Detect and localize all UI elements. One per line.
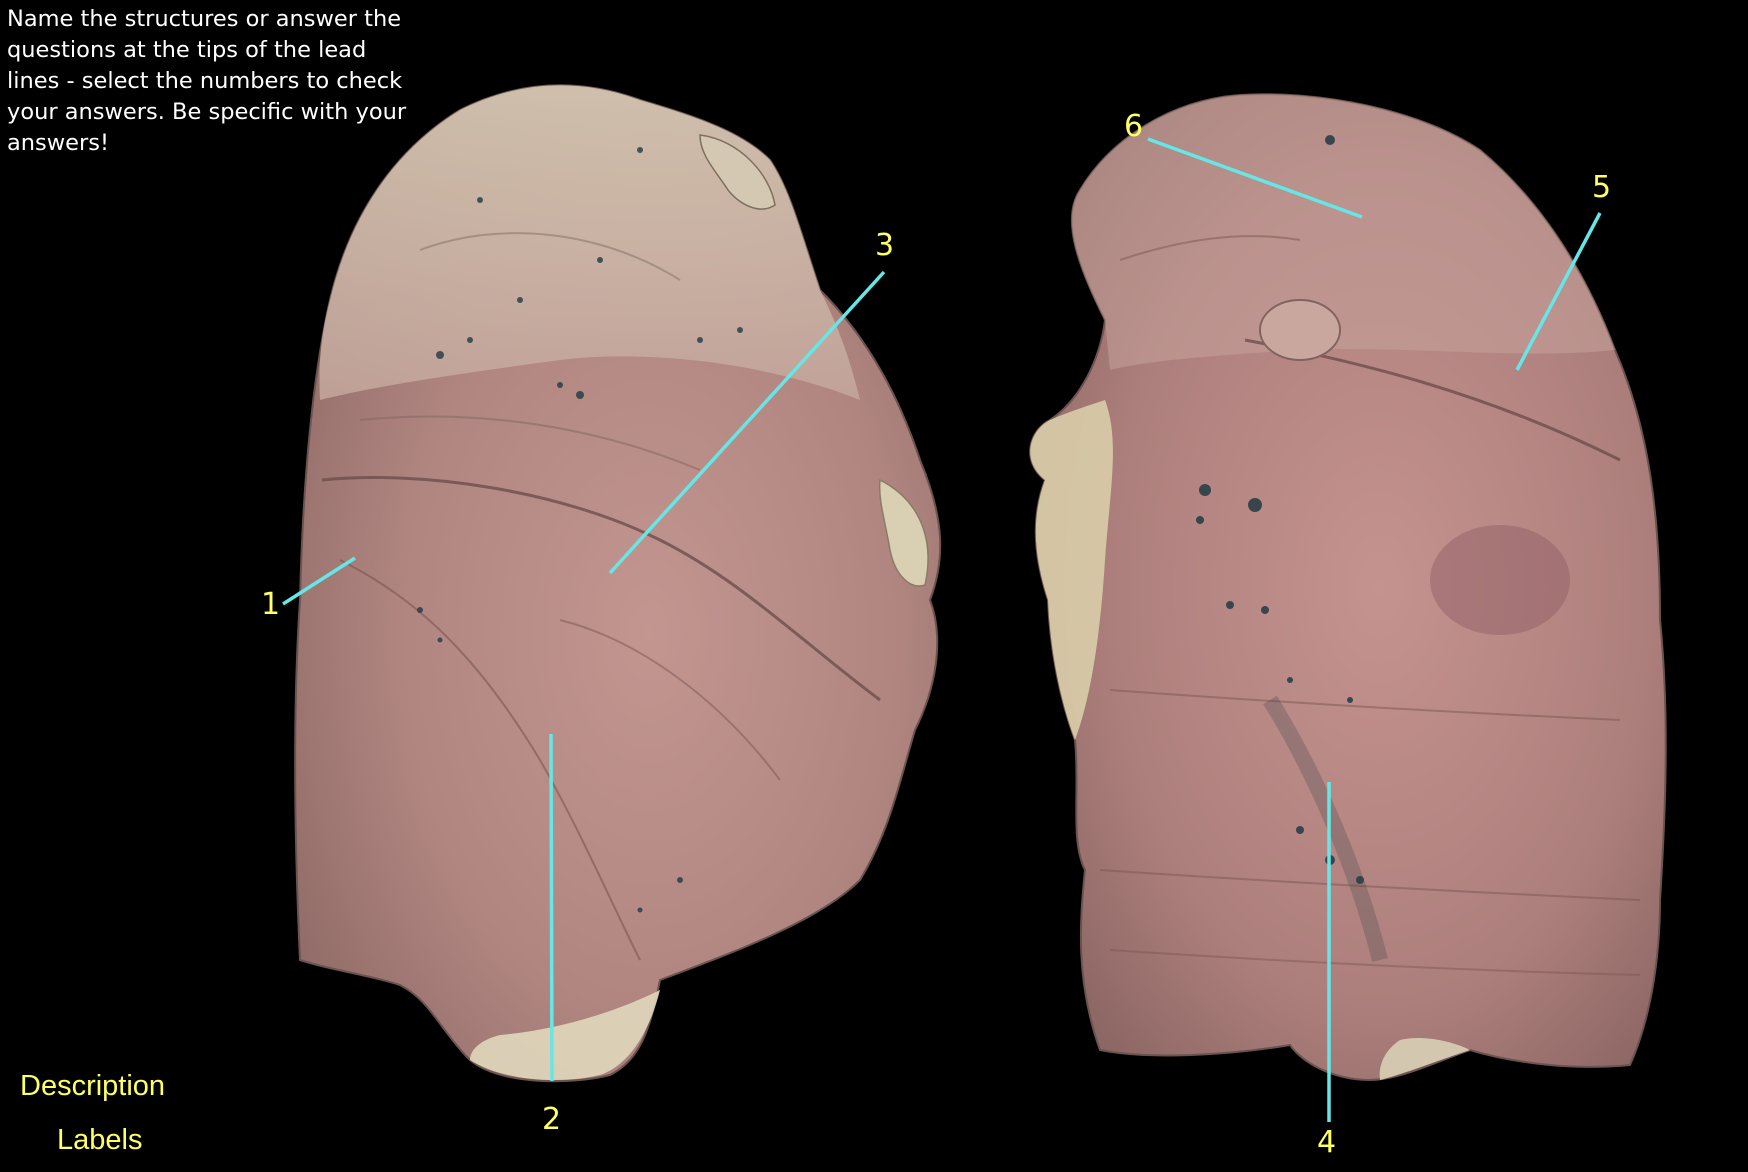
left-lung-image (294, 84, 942, 1083)
labels-link[interactable]: Labels (57, 1124, 142, 1157)
marker-4-button[interactable]: 4 (1317, 1128, 1336, 1158)
specimen-scene (282, 84, 1667, 1122)
lead-line-2 (549, 733, 554, 1082)
description-link[interactable]: Description (20, 1070, 165, 1103)
marker-5-button[interactable]: 5 (1592, 173, 1611, 203)
marker-2-button[interactable]: 2 (542, 1105, 561, 1135)
marker-3-button[interactable]: 3 (875, 231, 894, 261)
marker-1-button[interactable]: 1 (261, 590, 280, 620)
marker-6-button[interactable]: 6 (1124, 112, 1143, 142)
right-lung-image (1029, 93, 1667, 1082)
